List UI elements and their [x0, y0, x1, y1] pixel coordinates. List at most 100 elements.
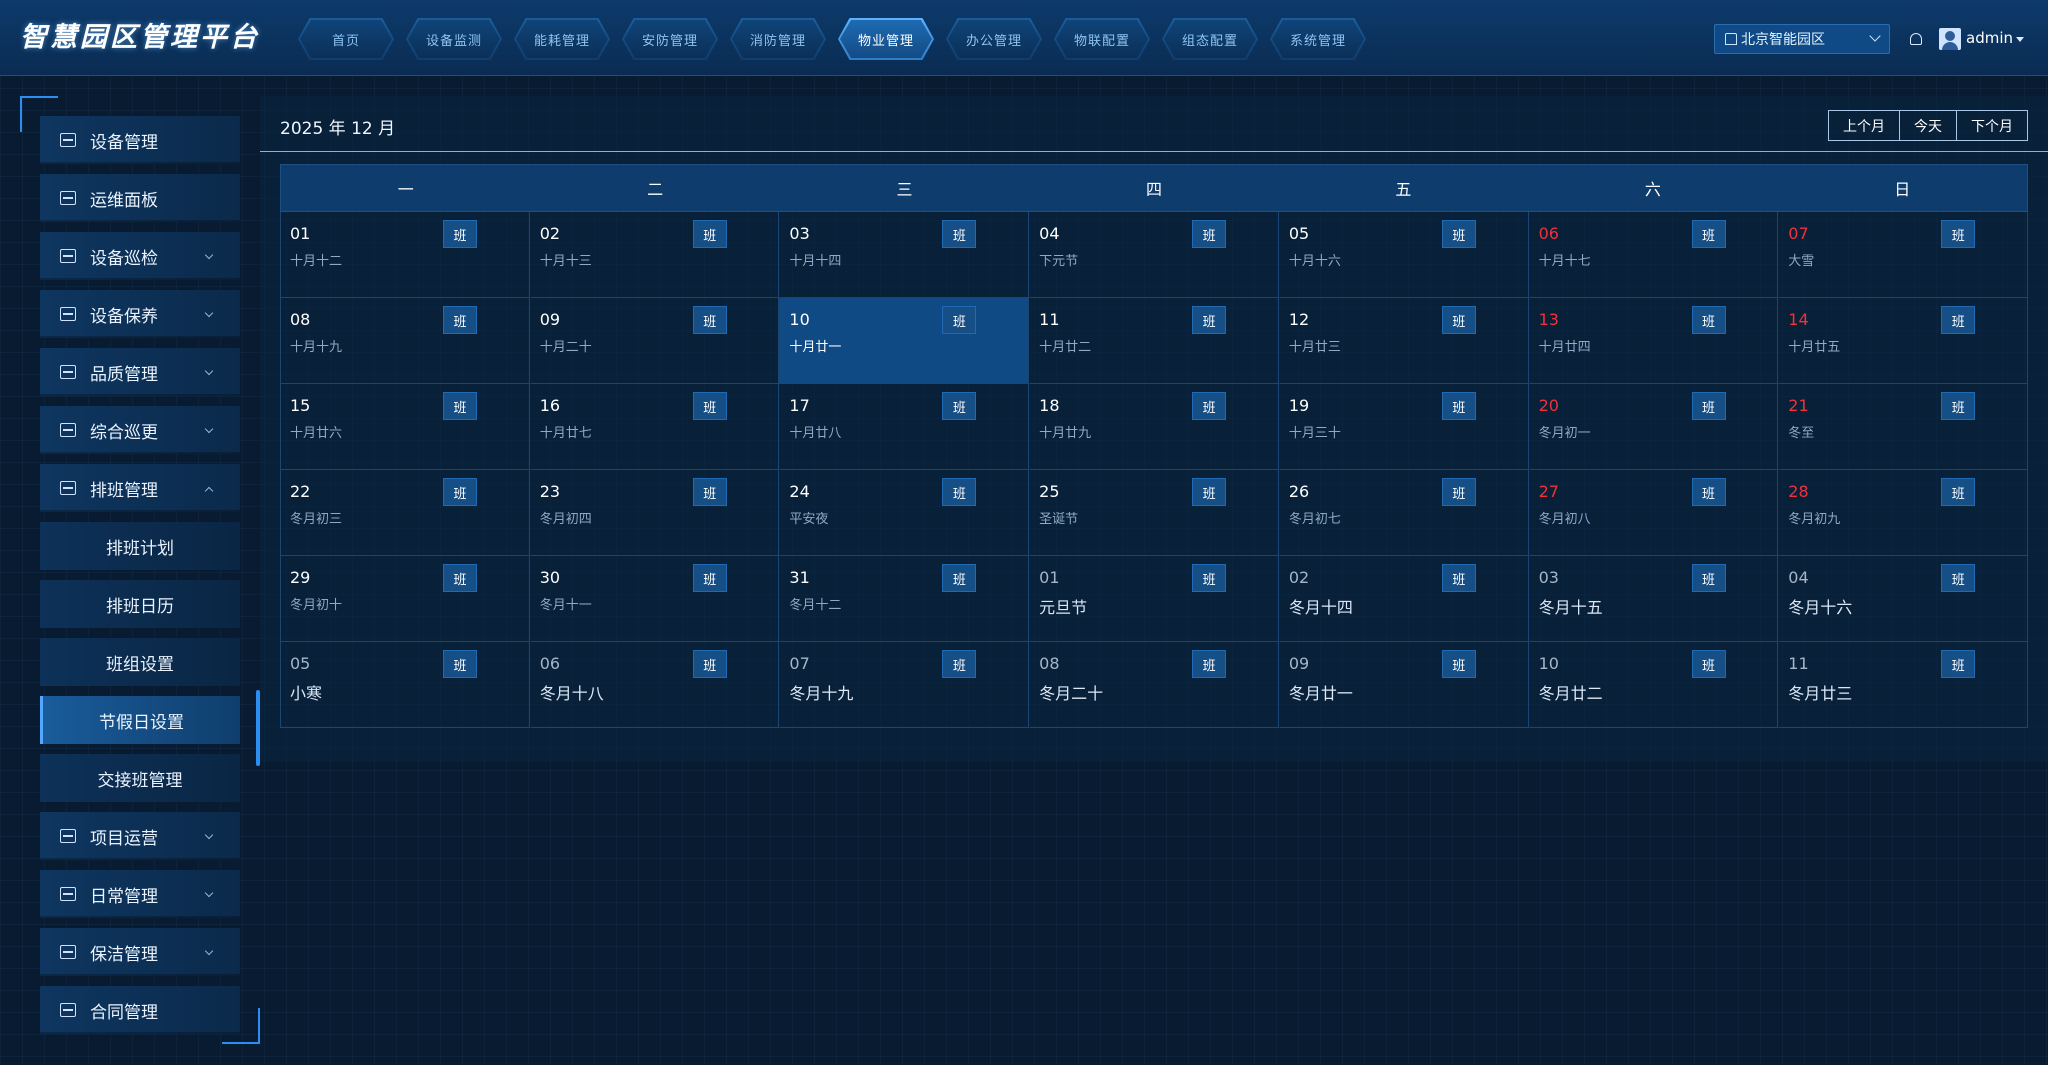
nav-tab[interactable]: 组态配置 [1162, 18, 1258, 60]
shift-button[interactable]: 班 [1441, 392, 1476, 420]
shift-button[interactable]: 班 [1441, 478, 1476, 506]
shift-button[interactable]: 班 [1941, 392, 1976, 420]
shift-button[interactable]: 班 [1441, 306, 1476, 334]
shift-button[interactable]: 班 [443, 392, 477, 420]
calendar-day-cell[interactable]: 01 十月十二 班 [280, 212, 530, 298]
shift-button[interactable]: 班 [443, 306, 477, 334]
calendar-day-cell[interactable]: 05 小寒 班 [280, 642, 530, 728]
nav-tab[interactable]: 设备监测 [406, 18, 502, 60]
user-name[interactable]: admin [1966, 29, 2013, 47]
calendar-day-cell[interactable]: 11 十月廿二 班 [1029, 298, 1279, 384]
sidebar-subitem[interactable]: 交接班管理 [40, 754, 240, 802]
calendar-day-cell[interactable]: 11 冬月廿三 班 [1778, 642, 2028, 728]
sidebar-item[interactable]: 品质管理 [40, 348, 240, 396]
shift-button[interactable]: 班 [1192, 220, 1227, 248]
sidebar-item[interactable]: 排班管理 [40, 464, 240, 512]
shift-button[interactable]: 班 [443, 564, 477, 592]
calendar-day-cell[interactable]: 02 十月十三 班 [529, 212, 780, 298]
shift-button[interactable]: 班 [1192, 392, 1227, 420]
sidebar-item[interactable]: 运维面板 [40, 174, 240, 222]
shift-button[interactable]: 班 [1941, 564, 1976, 592]
shift-button[interactable]: 班 [1691, 220, 1726, 248]
calendar-day-cell[interactable]: 10 十月廿一 班 [779, 298, 1030, 384]
calendar-day-cell[interactable]: 17 十月廿八 班 [779, 384, 1030, 470]
park-select[interactable]: 北京智能园区 [1714, 24, 1890, 54]
shift-button[interactable]: 班 [692, 306, 727, 334]
shift-button[interactable]: 班 [1941, 306, 1976, 334]
shift-button[interactable]: 班 [942, 220, 977, 248]
calendar-day-cell[interactable]: 24 平安夜 班 [779, 470, 1030, 556]
calendar-day-cell[interactable]: 25 圣诞节 班 [1029, 470, 1279, 556]
calendar-day-cell[interactable]: 03 冬月十五 班 [1528, 556, 1779, 642]
shift-button[interactable]: 班 [942, 478, 977, 506]
calendar-day-cell[interactable]: 09 十月二十 班 [529, 298, 780, 384]
calendar-day-cell[interactable]: 23 冬月初四 班 [529, 470, 780, 556]
nav-tab[interactable]: 系统管理 [1270, 18, 1366, 60]
shift-button[interactable]: 班 [1941, 220, 1976, 248]
nav-tab[interactable]: 首页 [298, 18, 394, 60]
caret-down-icon[interactable] [2016, 37, 2024, 42]
shift-button[interactable]: 班 [692, 564, 727, 592]
calendar-day-cell[interactable]: 15 十月廿六 班 [280, 384, 530, 470]
nav-tab[interactable]: 能耗管理 [514, 18, 610, 60]
calendar-day-cell[interactable]: 05 十月十六 班 [1278, 212, 1529, 298]
sidebar-item[interactable]: 合同管理 [40, 986, 240, 1034]
calendar-day-cell[interactable]: 06 十月十七 班 [1528, 212, 1779, 298]
shift-button[interactable]: 班 [1691, 306, 1726, 334]
shift-button[interactable]: 班 [942, 392, 977, 420]
shift-button[interactable]: 班 [1691, 564, 1726, 592]
calendar-day-cell[interactable]: 26 冬月初七 班 [1278, 470, 1529, 556]
shift-button[interactable]: 班 [443, 650, 477, 678]
nav-tab[interactable]: 物业管理 [838, 18, 934, 60]
shift-button[interactable]: 班 [1441, 564, 1476, 592]
calendar-day-cell[interactable]: 03 十月十四 班 [779, 212, 1030, 298]
shift-button[interactable]: 班 [942, 564, 977, 592]
sidebar-item[interactable]: 项目运营 [40, 812, 240, 860]
sidebar-item[interactable]: 设备巡检 [40, 232, 240, 280]
shift-button[interactable]: 班 [443, 220, 477, 248]
calendar-day-cell[interactable]: 19 十月三十 班 [1278, 384, 1529, 470]
avatar[interactable] [1939, 28, 1961, 50]
shift-button[interactable]: 班 [1691, 650, 1726, 678]
calendar-day-cell[interactable]: 07 大雪 班 [1778, 212, 2028, 298]
calendar-day-cell[interactable]: 16 十月廿七 班 [529, 384, 780, 470]
shift-button[interactable]: 班 [1691, 478, 1726, 506]
bell-icon[interactable] [1910, 33, 1922, 45]
shift-button[interactable]: 班 [1941, 478, 1976, 506]
calendar-day-cell[interactable]: 20 冬月初一 班 [1528, 384, 1779, 470]
shift-button[interactable]: 班 [692, 478, 727, 506]
calendar-day-cell[interactable]: 02 冬月十四 班 [1278, 556, 1529, 642]
calendar-day-cell[interactable]: 10 冬月廿二 班 [1528, 642, 1779, 728]
calendar-day-cell[interactable]: 04 下元节 班 [1029, 212, 1279, 298]
shift-button[interactable]: 班 [942, 306, 977, 334]
calendar-day-cell[interactable]: 31 冬月十二 班 [779, 556, 1030, 642]
sidebar-item[interactable]: 设备管理 [40, 116, 240, 164]
calendar-day-cell[interactable]: 09 冬月廿一 班 [1278, 642, 1529, 728]
calendar-day-cell[interactable]: 28 冬月初九 班 [1778, 470, 2028, 556]
nav-tab[interactable]: 安防管理 [622, 18, 718, 60]
calendar-day-cell[interactable]: 01 元旦节 班 [1029, 556, 1279, 642]
shift-button[interactable]: 班 [692, 392, 727, 420]
shift-button[interactable]: 班 [942, 650, 977, 678]
nav-tab[interactable]: 消防管理 [730, 18, 826, 60]
sidebar-subitem[interactable]: 班组设置 [40, 638, 240, 686]
shift-button[interactable]: 班 [1192, 478, 1227, 506]
calendar-day-cell[interactable]: 14 十月廿五 班 [1778, 298, 2028, 384]
shift-button[interactable]: 班 [443, 478, 477, 506]
calendar-day-cell[interactable]: 07 冬月十九 班 [779, 642, 1030, 728]
calendar-day-cell[interactable]: 04 冬月十六 班 [1778, 556, 2028, 642]
calendar-day-cell[interactable]: 29 冬月初十 班 [280, 556, 530, 642]
calendar-day-cell[interactable]: 27 冬月初八 班 [1528, 470, 1779, 556]
today-button[interactable]: 今天 [1899, 111, 1956, 140]
sidebar-item[interactable]: 日常管理 [40, 870, 240, 918]
shift-button[interactable]: 班 [1941, 650, 1976, 678]
calendar-day-cell[interactable]: 08 十月十九 班 [280, 298, 530, 384]
calendar-day-cell[interactable]: 30 冬月十一 班 [529, 556, 780, 642]
shift-button[interactable]: 班 [1192, 564, 1227, 592]
shift-button[interactable]: 班 [1192, 650, 1227, 678]
calendar-day-cell[interactable]: 08 冬月二十 班 [1029, 642, 1279, 728]
shift-button[interactable]: 班 [692, 220, 727, 248]
calendar-day-cell[interactable]: 21 冬至 班 [1778, 384, 2028, 470]
shift-button[interactable]: 班 [1192, 306, 1227, 334]
shift-button[interactable]: 班 [692, 650, 727, 678]
